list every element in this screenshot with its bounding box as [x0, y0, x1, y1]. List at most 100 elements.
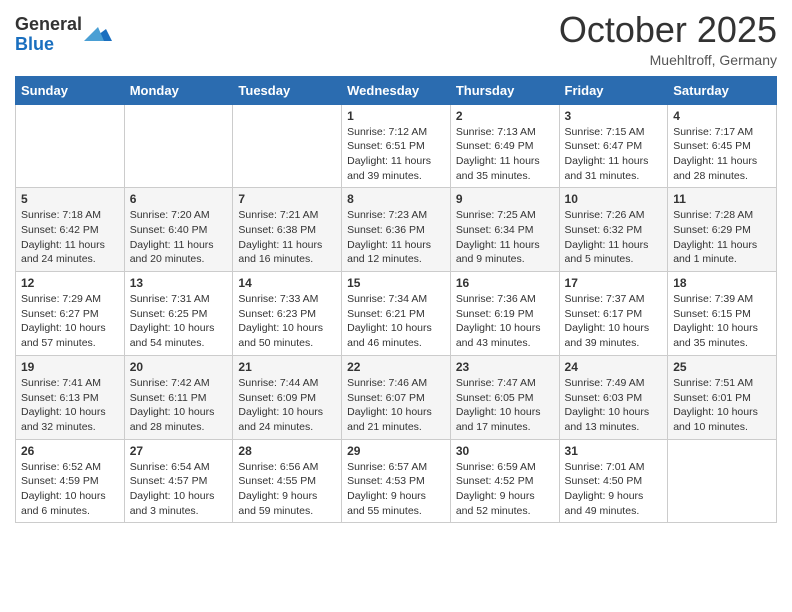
day-number: 13	[130, 276, 228, 290]
day-info: Sunrise: 7:47 AMSunset: 6:05 PMDaylight:…	[456, 376, 554, 435]
day-info-line: Sunrise: 7:51 AM	[673, 377, 753, 389]
day-info-line: Sunset: 6:05 PM	[456, 392, 534, 404]
day-info-line: Sunset: 4:55 PM	[238, 475, 316, 487]
weekday-header-sunday: Sunday	[16, 76, 125, 104]
day-info-line: Sunset: 6:03 PM	[565, 392, 643, 404]
day-number: 16	[456, 276, 554, 290]
day-info-line: Daylight: 11 hours and 16 minutes.	[238, 239, 322, 266]
day-info: Sunrise: 7:33 AMSunset: 6:23 PMDaylight:…	[238, 292, 336, 351]
day-info: Sunrise: 7:26 AMSunset: 6:32 PMDaylight:…	[565, 208, 663, 267]
day-info-line: Sunset: 6:27 PM	[21, 308, 99, 320]
location-label: Muehltroff, Germany	[559, 52, 777, 68]
day-number: 15	[347, 276, 445, 290]
calendar-cell: 27Sunrise: 6:54 AMSunset: 4:57 PMDayligh…	[124, 439, 233, 523]
calendar-cell	[233, 104, 342, 188]
day-info: Sunrise: 6:52 AMSunset: 4:59 PMDaylight:…	[21, 460, 119, 519]
calendar-cell: 20Sunrise: 7:42 AMSunset: 6:11 PMDayligh…	[124, 355, 233, 439]
day-info-line: Sunset: 6:34 PM	[456, 224, 534, 236]
day-info-line: Sunset: 6:49 PM	[456, 140, 534, 152]
calendar-cell: 30Sunrise: 6:59 AMSunset: 4:52 PMDayligh…	[450, 439, 559, 523]
day-info: Sunrise: 7:46 AMSunset: 6:07 PMDaylight:…	[347, 376, 445, 435]
day-info: Sunrise: 7:36 AMSunset: 6:19 PMDaylight:…	[456, 292, 554, 351]
day-number: 17	[565, 276, 663, 290]
day-info-line: Daylight: 9 hours and 49 minutes.	[565, 490, 644, 517]
day-info-line: Sunrise: 6:56 AM	[238, 461, 318, 473]
day-info: Sunrise: 7:25 AMSunset: 6:34 PMDaylight:…	[456, 208, 554, 267]
calendar-cell: 6Sunrise: 7:20 AMSunset: 6:40 PMDaylight…	[124, 188, 233, 272]
day-info-line: Sunset: 6:15 PM	[673, 308, 751, 320]
page-header: General Blue October 2025 Muehltroff, Ge…	[15, 10, 777, 68]
day-info-line: Daylight: 10 hours and 3 minutes.	[130, 490, 215, 517]
calendar-cell: 16 Sunrise: 7:36 AMSunset: 6:19 PMDayligh…	[450, 272, 559, 356]
day-info-line: Sunrise: 7:12 AM	[347, 126, 427, 138]
day-info: Sunrise: 6:59 AMSunset: 4:52 PMDaylight:…	[456, 460, 554, 519]
day-info-line: Daylight: 9 hours and 55 minutes.	[347, 490, 426, 517]
day-info-line: Daylight: 11 hours and 28 minutes.	[673, 155, 757, 182]
calendar-cell	[668, 439, 777, 523]
day-info-line: Sunrise: 7:36 AM	[456, 293, 536, 305]
day-number: 12	[21, 276, 119, 290]
day-info-line: Daylight: 10 hours and 24 minutes.	[238, 406, 323, 433]
weekday-header-saturday: Saturday	[668, 76, 777, 104]
day-number: 9	[456, 192, 554, 206]
day-info-line: Sunset: 6:29 PM	[673, 224, 751, 236]
day-info-line: Sunrise: 7:13 AM	[456, 126, 536, 138]
day-info-line: Sunset: 6:40 PM	[130, 224, 208, 236]
month-title: October 2025	[559, 10, 777, 50]
calendar-cell: 18Sunrise: 7:39 AMSunset: 6:15 PMDayligh…	[668, 272, 777, 356]
weekday-header-wednesday: Wednesday	[342, 76, 451, 104]
day-info-line: Daylight: 11 hours and 35 minutes.	[456, 155, 540, 182]
day-info-line: Daylight: 11 hours and 39 minutes.	[347, 155, 431, 182]
calendar-cell: 17Sunrise: 7:37 AMSunset: 6:17 PMDayligh…	[559, 272, 668, 356]
day-info: Sunrise: 7:12 AMSunset: 6:51 PMDaylight:…	[347, 125, 445, 184]
day-info-line: Sunrise: 7:47 AM	[456, 377, 536, 389]
logo-general-text: General	[15, 14, 82, 34]
day-info-line: Daylight: 11 hours and 24 minutes.	[21, 239, 105, 266]
day-info-line: Sunrise: 7:18 AM	[21, 209, 101, 221]
day-info-line: Sunrise: 7:01 AM	[565, 461, 645, 473]
title-block: October 2025 Muehltroff, Germany	[559, 10, 777, 68]
calendar-cell: 2Sunrise: 7:13 AMSunset: 6:49 PMDaylight…	[450, 104, 559, 188]
day-info-line: Sunrise: 7:26 AM	[565, 209, 645, 221]
day-info-line: Sunset: 6:45 PM	[673, 140, 751, 152]
day-info: Sunrise: 7:13 AM Sunset: 6:49 PM Daylight:…	[456, 125, 554, 184]
day-info: Sunrise: 7:34 AMSunset: 6:21 PMDaylight:…	[347, 292, 445, 351]
day-info: Sunrise: 7:51 AMSunset: 6:01 PMDaylight:…	[673, 376, 771, 435]
day-info-line: Sunrise: 6:57 AM	[347, 461, 427, 473]
day-info-line: Sunset: 6:17 PM	[565, 308, 643, 320]
day-info-line: Sunset: 6:42 PM	[21, 224, 99, 236]
day-info-line: Daylight: 10 hours and 54 minutes.	[130, 322, 215, 349]
day-info: Sunrise: 7:15 AMSunset: 6:47 PMDaylight:…	[565, 125, 663, 184]
calendar-week-row: 26Sunrise: 6:52 AMSunset: 4:59 PMDayligh…	[16, 439, 777, 523]
day-info-line: Sunrise: 6:59 AM	[456, 461, 536, 473]
day-info-line: Sunset: 6:32 PM	[565, 224, 643, 236]
day-info-line: Sunrise: 7:37 AM	[565, 293, 645, 305]
day-info-line: Sunset: 6:38 PM	[238, 224, 316, 236]
calendar-week-row: 12 Sunrise: 7:29 AM Sunset: 6:27 PM Dayligh…	[16, 272, 777, 356]
day-info: Sunrise: 7:18 AM Sunset: 6:42 PM Daylight:…	[21, 208, 119, 267]
day-number: 20	[130, 360, 228, 374]
day-info-line: Sunrise: 7:21 AM	[238, 209, 318, 221]
logo: General Blue	[15, 15, 112, 55]
day-number: 4	[673, 109, 771, 123]
day-info-line: Sunset: 4:50 PM	[565, 475, 643, 487]
day-info-line: Sunset: 6:13 PM	[21, 392, 99, 404]
day-number: 25	[673, 360, 771, 374]
day-info-line: Sunrise: 7:25 AM	[456, 209, 536, 221]
day-info: Sunrise: 7:21 AM Sunset: 6:38 PM Daylight:…	[238, 208, 336, 267]
calendar-cell: 21Sunrise: 7:44 AMSunset: 6:09 PMDayligh…	[233, 355, 342, 439]
day-info: Sunrise: 7:37 AMSunset: 6:17 PMDaylight:…	[565, 292, 663, 351]
day-info: Sunrise: 7:23 AMSunset: 6:36 PMDaylight:…	[347, 208, 445, 267]
day-info-line: Sunrise: 7:29 AM	[21, 293, 101, 305]
day-number: 29	[347, 444, 445, 458]
calendar-cell: 15 Sunrise: 7:34 AMSunset: 6:21 PMDayligh…	[342, 272, 451, 356]
calendar-cell: 31Sunrise: 7:01 AMSunset: 4:50 PMDayligh…	[559, 439, 668, 523]
calendar-cell: 3Sunrise: 7:15 AMSunset: 6:47 PMDaylight…	[559, 104, 668, 188]
day-info: Sunrise: 7:31 AMSunset: 6:25 PMDaylight:…	[130, 292, 228, 351]
day-number: 18	[673, 276, 771, 290]
calendar-cell: 5Sunrise: 7:18 AMSunset: 6:42 PMDaylight…	[16, 188, 125, 272]
weekday-header-monday: Monday	[124, 76, 233, 104]
weekday-header-tuesday: Tuesday	[233, 76, 342, 104]
calendar-cell	[124, 104, 233, 188]
day-number: 19	[21, 360, 119, 374]
